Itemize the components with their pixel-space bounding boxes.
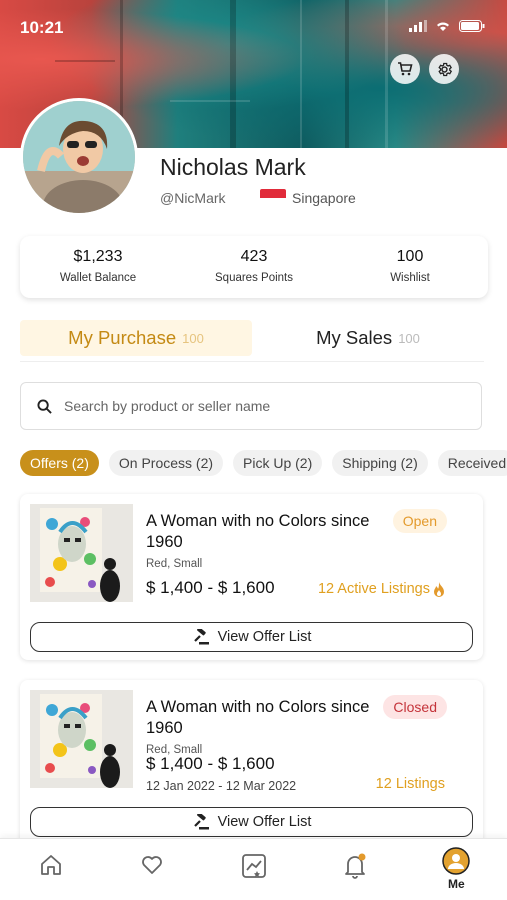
stat-label: Wishlist [390,272,430,284]
tab-my-purchase[interactable]: My Purchase 100 [20,320,252,356]
status-badge: Open [392,509,447,533]
tab-label: My Sales [316,327,393,348]
listings-label: 12 Listings [375,776,445,792]
button-label: View Offer List [217,629,312,645]
fire-icon [434,581,444,597]
nav-home[interactable] [0,839,101,900]
gavel-icon [193,814,209,830]
tab-count: 100 [182,330,204,346]
profile-country: Singapore [292,190,356,206]
gear-icon [437,62,452,76]
gavel-icon [193,629,209,645]
avatar-photo [23,101,135,213]
chart-icon [241,854,266,878]
listings-label: 12 Active Listings [317,581,430,597]
nav-me-label: Me [447,877,465,891]
battery-icon [459,20,485,32]
me-avatar-icon [442,847,471,875]
offer-card[interactable]: A Woman with no Colors since 1960 Open R… [20,494,483,660]
profile-handle: @NicMark [160,190,226,206]
status-icons [409,20,485,32]
status-bar: 10:21 [0,0,507,44]
card-dates: 12 Jan 2022 - 12 Mar 2022 [146,779,297,793]
view-offer-list-button[interactable]: View Offer List [30,622,473,652]
stat-value: 423 [240,248,268,265]
tab-label: My Purchase [68,327,177,348]
filter-chips: Offers (2) On Process (2) Pick Up (2) Sh… [20,450,507,478]
card-title: A Woman with no Colors since 1960 [146,512,370,551]
nav-notifications[interactable] [304,839,405,900]
cart-button[interactable] [390,54,420,84]
nav-me[interactable]: Me [406,839,507,900]
card-price: $ 1,400 - $ 1,600 [146,578,275,597]
offer-card[interactable]: A Woman with no Colors since 1960 Closed… [20,680,483,846]
status-badge: Closed [383,695,447,719]
stat-value: 100 [396,248,424,265]
settings-button[interactable] [429,54,459,84]
signal-icon [409,20,427,32]
artwork-thumbnail [30,504,133,602]
search-input[interactable] [64,398,444,414]
card-variant: Red, Small [146,558,203,570]
nav-wishlist[interactable] [101,839,202,900]
profile-name: Nicholas Mark [160,154,306,180]
stat-wallet-balance[interactable]: $1,233 Wallet Balance [20,236,176,298]
tab-count: 100 [398,330,420,346]
home-icon [40,855,61,875]
stat-value: $1,233 [73,248,123,265]
listings-count: 12 Active Listings [318,581,445,597]
singapore-flag-icon [260,189,286,207]
bottom-nav: Me [0,838,507,900]
chip-offers[interactable]: Offers (2) [20,450,99,476]
search-icon [37,398,52,414]
profile-avatar[interactable] [20,98,138,216]
status-time: 10:21 [20,18,64,37]
view-offer-list-button[interactable]: View Offer List [30,807,473,837]
nav-market[interactable] [203,839,304,900]
stat-label: Squares Points [215,272,293,284]
stat-label: Wallet Balance [59,272,137,284]
stat-wishlist[interactable]: 100 Wishlist [332,236,488,298]
stat-squares-points[interactable]: 423 Squares Points [176,236,332,298]
cart-icon [398,62,413,76]
bell-icon [345,853,366,879]
purchase-sales-tabs: My Purchase 100 My Sales 100 [20,320,484,362]
artwork-thumbnail [30,690,133,788]
heart-icon [142,856,162,874]
tab-my-sales[interactable]: My Sales 100 [252,320,484,356]
search-bar [20,382,482,430]
chip-on-process[interactable]: On Process (2) [108,450,224,476]
wifi-icon [437,22,449,31]
chip-received[interactable]: Received [437,450,507,476]
stats-card: $1,233 Wallet Balance 423 Squares Points… [20,236,488,298]
chip-pick-up[interactable]: Pick Up (2) [233,450,323,476]
card-title: A Woman with no Colors since 1960 [146,698,370,737]
chip-shipping[interactable]: Shipping (2) [332,450,428,476]
card-price: $ 1,400 - $ 1,600 [146,754,275,773]
button-label: View Offer List [217,814,312,830]
listings-count: 12 Listings [376,776,445,792]
